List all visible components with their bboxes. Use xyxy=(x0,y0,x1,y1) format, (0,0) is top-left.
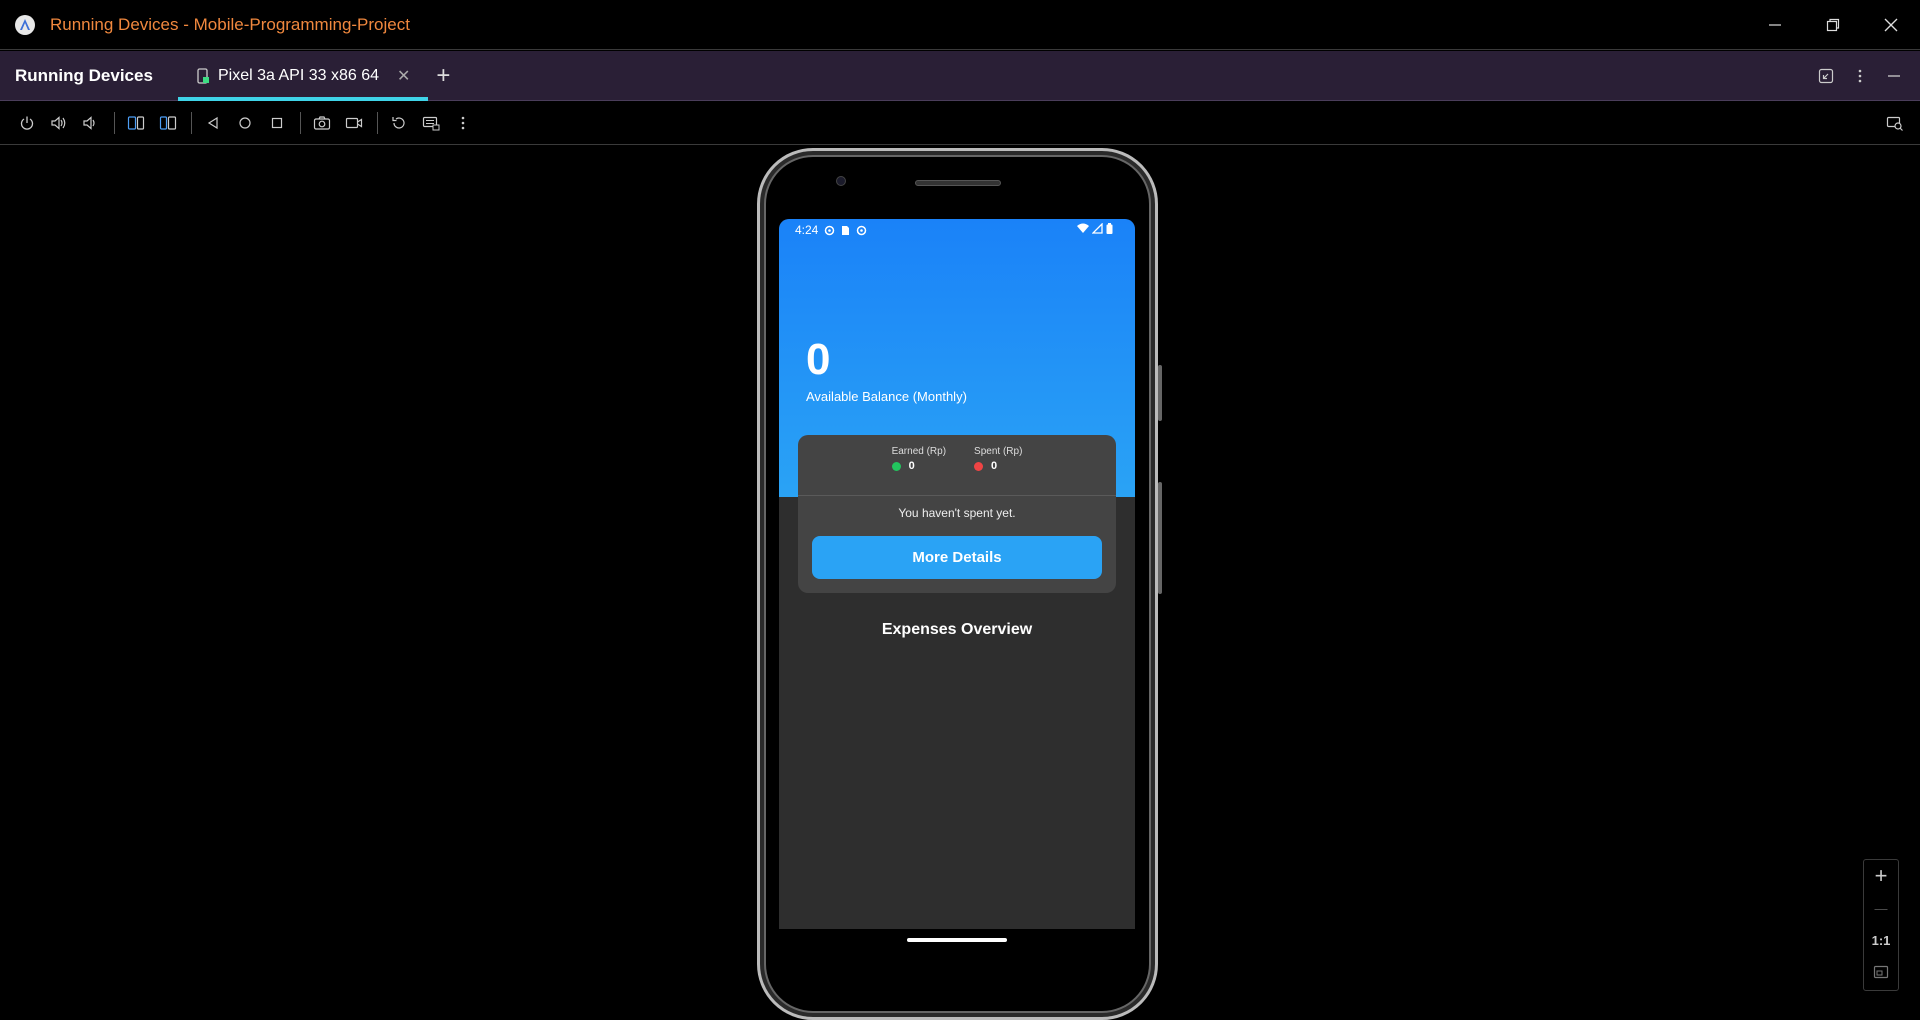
actual-size-button[interactable]: 1:1 xyxy=(1864,924,1898,956)
device-side-button[interactable] xyxy=(1158,365,1162,421)
spent-value: 0 xyxy=(991,460,998,472)
fit-screen-button[interactable] xyxy=(1864,956,1898,988)
collapse-button[interactable] xyxy=(1810,60,1842,92)
restore-icon xyxy=(1826,18,1840,32)
overview-icon xyxy=(271,117,283,129)
settings-gear-icon xyxy=(856,225,867,236)
rotate-right-icon xyxy=(159,116,177,130)
reset-icon xyxy=(392,117,405,129)
rotate-left-icon xyxy=(127,116,145,130)
earned-dot xyxy=(891,461,901,471)
collapse-icon xyxy=(1818,68,1834,84)
power-icon xyxy=(20,116,34,130)
fit-screen-icon xyxy=(1873,965,1889,979)
settings-gear-icon xyxy=(824,225,835,236)
tool-window-header: Running Devices Pixel 3a API 33 x86 64 ✕… xyxy=(0,51,1920,101)
more-options-button[interactable] xyxy=(1844,60,1876,92)
tool-window-title: Running Devices xyxy=(15,65,153,85)
keyboard-icon xyxy=(422,116,440,131)
device-toolbar xyxy=(0,102,1920,145)
power-button[interactable] xyxy=(12,108,42,138)
earned-label: Earned (Rp) xyxy=(891,446,947,457)
more-actions-button[interactable] xyxy=(448,108,478,138)
back-button[interactable] xyxy=(198,108,228,138)
expenses-overview-title: Expenses Overview xyxy=(881,621,1033,638)
wifi-icon xyxy=(1077,223,1089,237)
close-icon xyxy=(1884,18,1898,32)
screenshot-button[interactable] xyxy=(307,108,337,138)
spent-dot xyxy=(974,461,984,471)
status-bar: 4:24 xyxy=(779,219,1135,241)
front-camera xyxy=(836,176,846,186)
status-time: 4:24 xyxy=(795,223,819,237)
reset-button[interactable] xyxy=(384,108,414,138)
title-bar: Running Devices - Mobile-Programming-Pro… xyxy=(0,0,1920,50)
gesture-nav-handle[interactable] xyxy=(907,938,1007,942)
earpiece-speaker xyxy=(915,180,1001,186)
toolbar-separator xyxy=(114,112,115,134)
android-studio-logo-icon xyxy=(15,14,35,35)
hide-icon xyxy=(1888,75,1900,77)
zoom-controls: + — 1:1 xyxy=(1863,859,1899,991)
toolbar-separator xyxy=(377,112,378,134)
minimize-icon xyxy=(1769,24,1781,26)
empty-spending-message: You haven't spent yet. xyxy=(898,506,1016,520)
device-icon xyxy=(197,67,209,84)
close-button[interactable] xyxy=(1862,0,1920,50)
zoom-in-button[interactable]: + xyxy=(1864,860,1898,892)
volume-down-button[interactable] xyxy=(76,108,106,138)
active-tab-indicator xyxy=(178,96,429,101)
volume-up-button[interactable] xyxy=(44,108,74,138)
volume-up-icon xyxy=(51,116,66,130)
device-side-button[interactable] xyxy=(1158,482,1162,594)
spent-stat: Spent (Rp) 0 xyxy=(974,446,1022,495)
device-mirror-button[interactable] xyxy=(1880,108,1910,138)
earned-stat: Earned (Rp) 0 xyxy=(891,446,947,495)
sim-card-icon xyxy=(841,225,850,236)
toolbar-separator xyxy=(191,112,192,134)
toolbar-separator xyxy=(300,112,301,134)
balance-amount: 0 xyxy=(806,335,831,384)
rotate-left-button[interactable] xyxy=(121,108,151,138)
spent-label: Spent (Rp) xyxy=(974,446,1023,457)
device-screen[interactable]: 4:24 0 Available Balance (Monthly) Earne… xyxy=(779,219,1135,929)
back-icon xyxy=(207,116,218,130)
add-tab-button[interactable]: + xyxy=(436,63,450,88)
rotate-right-button[interactable] xyxy=(153,108,183,138)
balance-label: Available Balance (Monthly) xyxy=(806,389,967,404)
tab-device[interactable]: Pixel 3a API 33 x86 64 ✕ xyxy=(178,51,429,101)
zoom-out-button[interactable]: — xyxy=(1864,892,1898,924)
tab-label: Pixel 3a API 33 x86 64 xyxy=(218,66,379,84)
hide-button[interactable] xyxy=(1878,60,1910,92)
summary-stats: Earned (Rp) 0 Spent (Rp) 0 xyxy=(798,435,1116,496)
signal-icon xyxy=(1091,222,1103,237)
restore-button[interactable] xyxy=(1804,0,1862,50)
minimize-button[interactable] xyxy=(1746,0,1804,50)
overview-button[interactable] xyxy=(262,108,292,138)
more-vertical-icon xyxy=(1858,69,1862,83)
earned-value: 0 xyxy=(908,460,915,472)
more-details-button[interactable]: More Details xyxy=(812,536,1102,579)
tab-close-icon[interactable]: ✕ xyxy=(397,66,410,86)
summary-card: Earned (Rp) 0 Spent (Rp) 0 You haven't s… xyxy=(798,435,1116,593)
battery-icon xyxy=(1106,223,1113,237)
screen-record-icon xyxy=(345,117,363,129)
screen-record-button[interactable] xyxy=(339,108,369,138)
more-vertical-icon xyxy=(461,116,465,130)
home-icon xyxy=(239,117,251,129)
device-mirror-icon xyxy=(1886,116,1903,131)
home-button[interactable] xyxy=(230,108,260,138)
volume-down-icon xyxy=(83,116,95,130)
window-title: Running Devices - Mobile-Programming-Pro… xyxy=(50,14,410,34)
keyboard-button[interactable] xyxy=(416,108,446,138)
screenshot-icon xyxy=(313,116,331,130)
